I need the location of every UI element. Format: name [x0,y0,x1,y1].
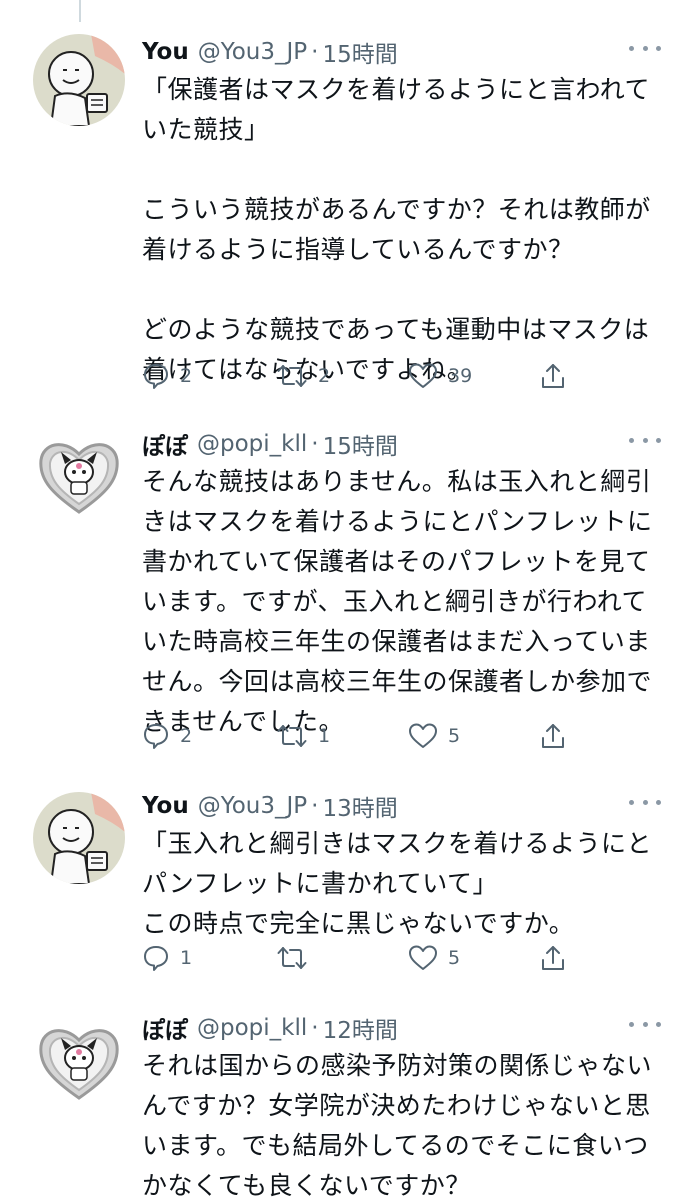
retweet-icon [276,362,308,390]
like-button[interactable]: 39 [408,356,472,396]
avatar[interactable] [33,34,125,126]
like-count: 5 [448,725,461,747]
reply-count: 2 [180,365,193,387]
reply-button[interactable]: 1 [142,938,192,978]
like-count: 5 [448,947,461,969]
retweet-icon [276,944,308,972]
separator: · [311,1015,319,1041]
tweet-actions: 2 2 39 [142,356,582,396]
timestamp[interactable]: 15時間 [323,427,398,461]
share-icon [540,362,566,390]
heart-frame-character-image [33,1016,125,1108]
more-icon[interactable] [629,38,661,58]
share-icon [540,722,566,750]
retweet-button[interactable]: 2 [276,356,330,396]
reply-icon [142,722,170,750]
more-icon[interactable] [629,792,661,812]
tweet-text: そんな競技はありません。私は玉入れと綱引きはマスクを着けるようにとパンフレットに… [142,467,653,736]
timestamp[interactable]: 15時間 [322,35,397,69]
tweet-text: 「保護者はマスクを着けるようにと言われていた競技」 こういう競技があるんですか？… [142,75,651,384]
timestamp[interactable]: 13時間 [322,789,397,823]
user-handle[interactable]: @popi_kll [197,431,307,457]
like-button[interactable]: 5 [408,938,460,978]
separator: · [311,431,319,457]
retweet-count: 2 [318,365,331,387]
retweet-icon [276,722,308,750]
retweet-button[interactable] [276,938,318,978]
retweet-count: 1 [318,725,331,747]
separator: · [311,793,319,819]
reply-icon [142,362,170,390]
more-icon[interactable] [629,1014,661,1034]
cartoon-character-image [33,792,125,884]
share-icon [540,944,566,972]
avatar[interactable] [33,792,125,884]
tweet-actions: 15 [142,938,582,978]
reply-icon [142,944,170,972]
tweet-text: 「玉入れと綱引きはマスクを着けるようにとパンフレットに書かれていて」 この時点で… [142,829,653,938]
user-handle[interactable]: @You3_JP [198,39,307,65]
user-handle[interactable]: @You3_JP [198,793,307,819]
tweet-text: それは国からの感染予防対策の関係じゃないんですか？女学院が決めたわけじゃないと思… [142,1051,653,1200]
like-button[interactable]: 5 [408,716,460,756]
reply-count: 2 [180,725,193,747]
reply-button[interactable]: 2 [142,356,192,396]
share-button[interactable] [540,356,566,396]
reply-count: 1 [180,947,193,969]
avatar[interactable] [33,1016,125,1108]
display-name[interactable]: ぽぽ [142,427,188,461]
thread-line [79,0,81,22]
like-count: 39 [448,365,473,387]
tweet-actions: 2 1 5 [142,716,582,756]
cartoon-character-image [33,34,125,126]
like-icon [408,362,438,390]
display-name[interactable]: You [142,39,189,65]
heart-frame-character-image [33,430,125,522]
timestamp[interactable]: 12時間 [323,1011,398,1045]
user-handle[interactable]: @popi_kll [197,1015,307,1041]
like-icon [408,944,438,972]
reply-button[interactable]: 2 [142,716,192,756]
more-icon[interactable] [629,430,661,450]
avatar[interactable] [33,430,125,522]
display-name[interactable]: You [142,793,189,819]
display-name[interactable]: ぽぽ [142,1011,188,1045]
retweet-button[interactable]: 1 [276,716,330,756]
share-button[interactable] [540,938,566,978]
share-button[interactable] [540,716,566,756]
separator: · [311,39,319,65]
like-icon [408,722,438,750]
